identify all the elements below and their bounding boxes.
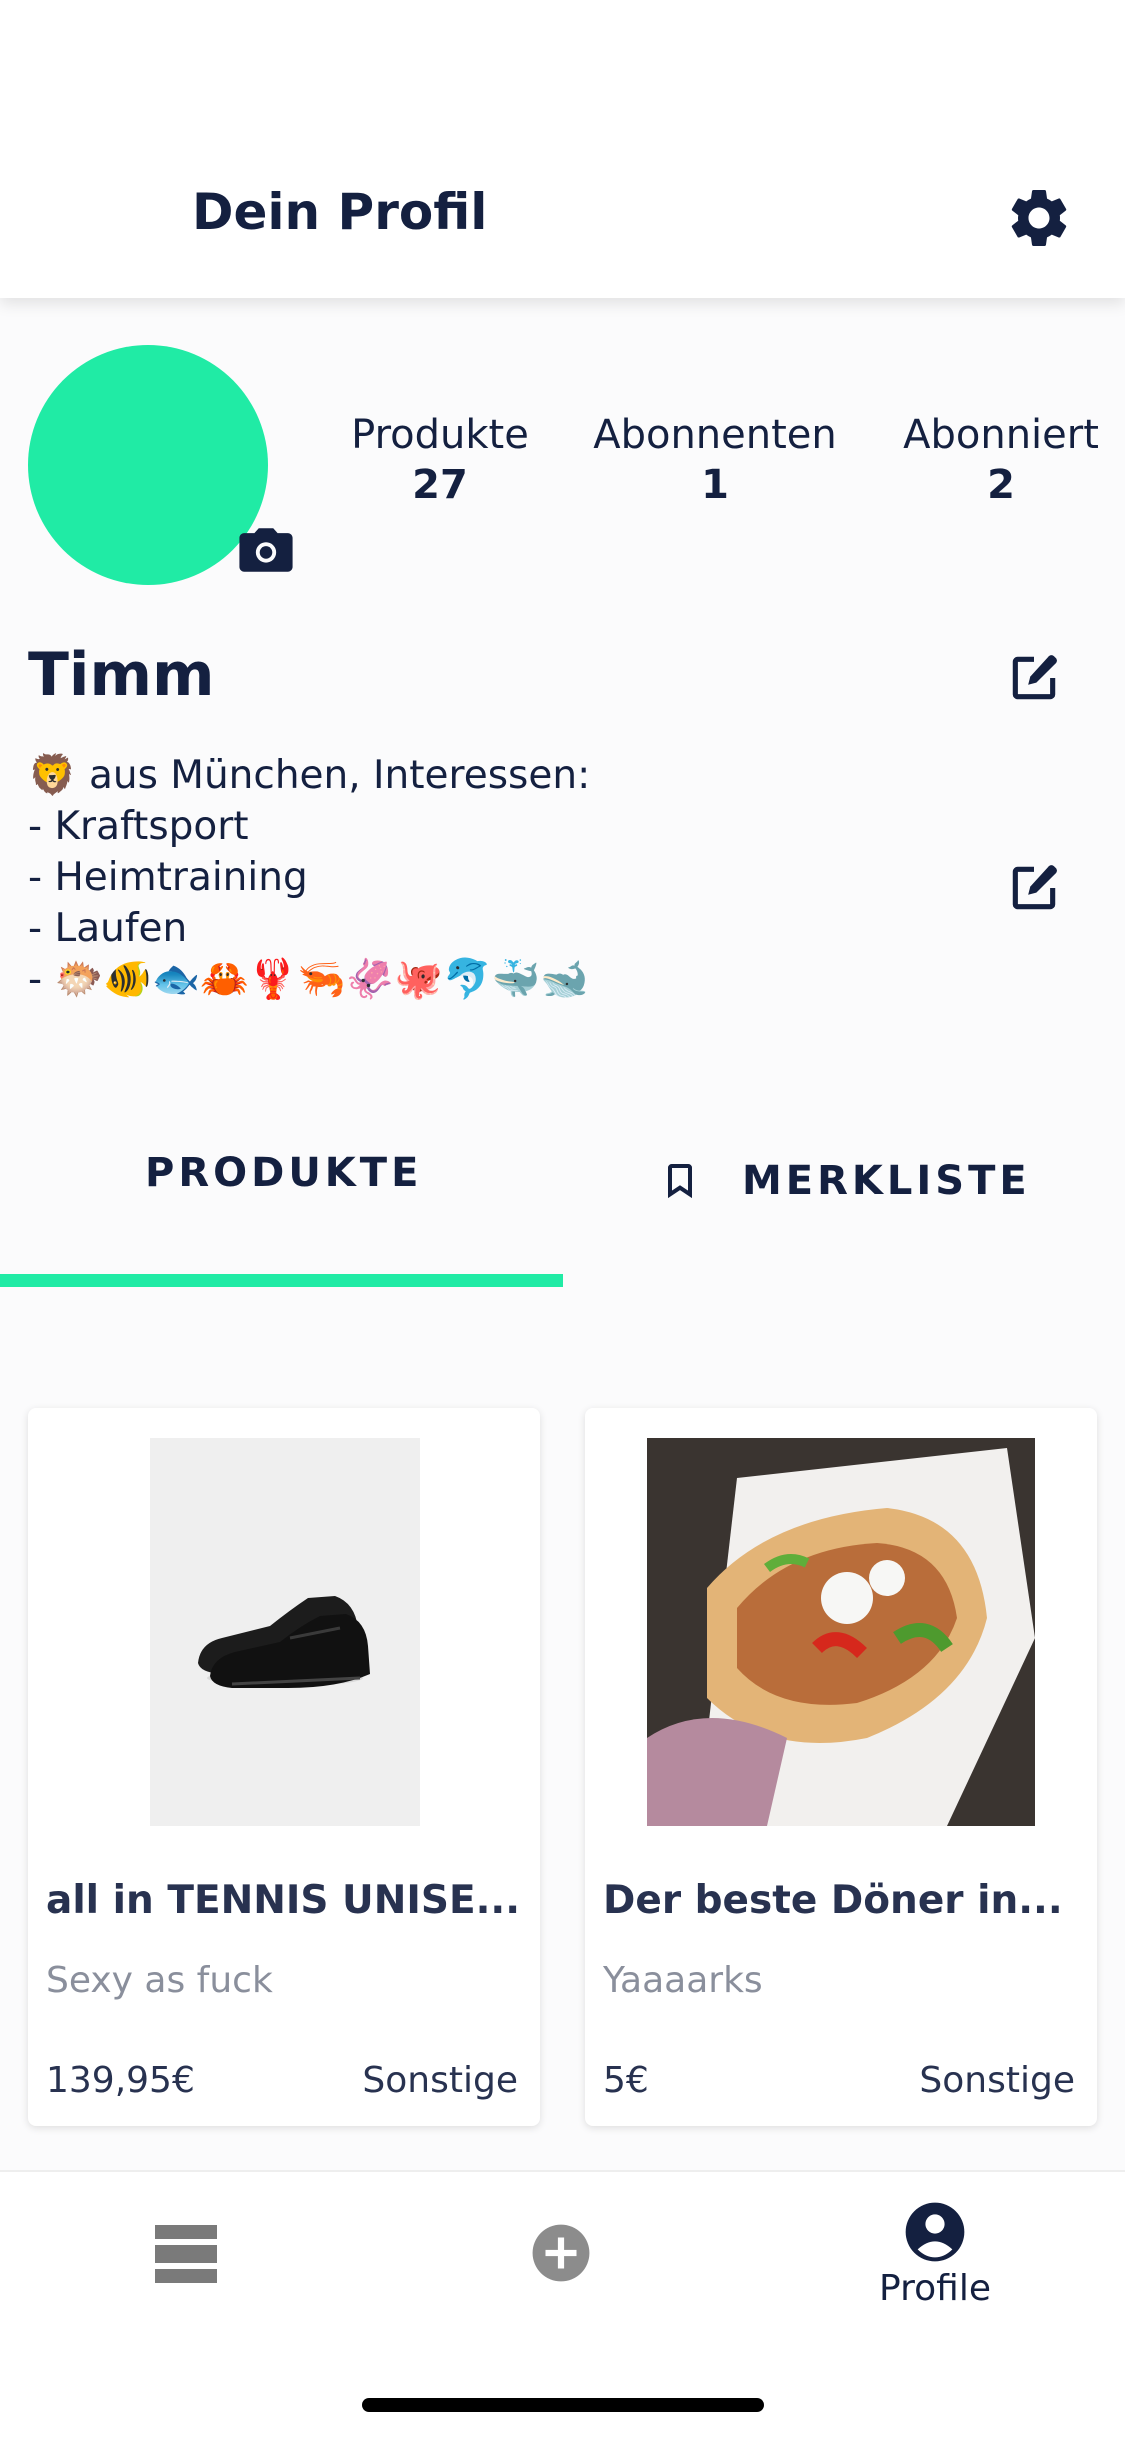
product-card[interactable]: all in TENNIS UNISE... Sexy as fuck 139,…	[28, 1408, 540, 2126]
profile-bio: 🦁 aus München, Interessen: - Kraftsport …	[28, 753, 591, 1002]
stat-label: Abonniert	[903, 412, 1099, 458]
profile-icon	[905, 2202, 965, 2262]
product-title: Der beste Döner in...	[603, 1878, 1063, 1923]
stat-label: Produkte	[351, 412, 529, 458]
product-price: 139,95€	[46, 2060, 195, 2101]
avatar[interactable]	[28, 345, 268, 585]
product-category: Sonstige	[362, 2060, 518, 2101]
stat-value: 1	[701, 462, 729, 508]
product-image-doner	[647, 1438, 1035, 1826]
stat-label: Abonnenten	[593, 412, 837, 458]
product-image-sneaker	[150, 1438, 420, 1826]
stat-products[interactable]: Produkte 27	[330, 412, 550, 508]
gear-icon[interactable]	[1004, 183, 1074, 253]
product-description: Sexy as fuck	[46, 1960, 273, 2001]
edit-bio-icon[interactable]	[1006, 860, 1062, 916]
edit-name-icon[interactable]	[1006, 650, 1062, 706]
stat-followers[interactable]: Abonnenten 1	[575, 412, 855, 508]
stat-value: 2	[987, 462, 1015, 508]
bookmark-icon	[668, 1164, 692, 1199]
nav-profile-label: Profile	[879, 2268, 991, 2309]
product-price: 5€	[603, 2060, 649, 2101]
page-title: Dein Profil	[192, 183, 488, 241]
product-description: Yaaaarks	[603, 1960, 763, 2001]
camera-icon[interactable]	[237, 525, 295, 575]
product-card[interactable]: Der beste Döner in... Yaaaarks 5€ Sonsti…	[585, 1408, 1097, 2126]
product-title: all in TENNIS UNISE...	[46, 1878, 521, 1923]
app-header	[0, 0, 1125, 298]
feed-icon[interactable]	[155, 2225, 217, 2283]
add-product-icon[interactable]	[530, 2222, 592, 2284]
tab-merkliste[interactable]: MERKLISTE	[660, 1158, 1031, 1204]
product-category: Sonstige	[919, 2060, 1075, 2101]
tab-produkte[interactable]: PRODUKTE	[145, 1150, 422, 1196]
stat-value: 27	[412, 462, 468, 508]
tab-label: MERKLISTE	[742, 1158, 1031, 1204]
active-tab-indicator	[0, 1274, 563, 1287]
home-indicator	[362, 2398, 764, 2412]
nav-profile[interactable]: Profile	[870, 2200, 1000, 2309]
stat-following[interactable]: Abonniert 2	[885, 412, 1117, 508]
profile-name: Timm	[28, 640, 215, 710]
